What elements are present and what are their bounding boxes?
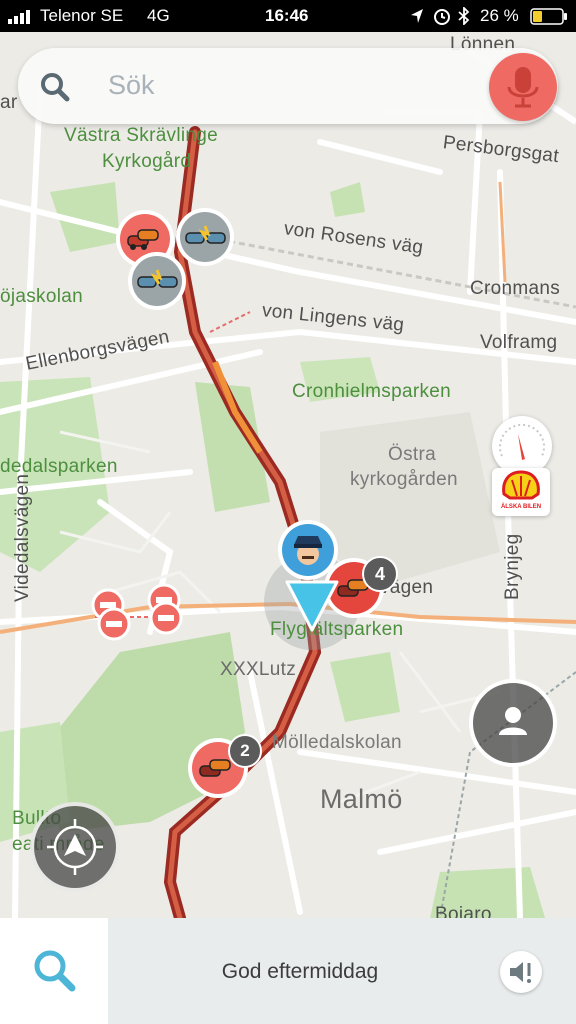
- accident-pin[interactable]: [126, 250, 188, 321]
- report-button[interactable]: [469, 679, 557, 767]
- street-label-videdalsvagen: Videdalsvägen: [12, 473, 33, 602]
- voice-search-button[interactable]: [489, 53, 557, 121]
- street-label-volframg: Volframg: [480, 332, 558, 353]
- network-type: 4G: [147, 6, 170, 25]
- jam-count-badge: 2: [228, 734, 262, 768]
- street-label-brynjeg: Brynjeg: [502, 533, 523, 600]
- sound-settings-button[interactable]: [500, 951, 542, 993]
- jam-count-badge: 4: [362, 556, 398, 592]
- microphone-icon: [507, 67, 539, 108]
- map-view[interactable]: Lönnen ar Västra Skrävlinge Kyrkogård Pe…: [0, 32, 576, 918]
- signal-strength-icon: [8, 10, 30, 24]
- place-label-bottom-partial: Bojaro: [435, 904, 492, 918]
- shell-logo-icon: [502, 470, 540, 500]
- navigation-arrow-icon: [285, 580, 339, 632]
- search-icon: [34, 950, 76, 992]
- recenter-button[interactable]: [30, 802, 120, 892]
- speedometer-icon: [499, 423, 545, 460]
- greeting-text: God eftermiddag: [221, 960, 379, 983]
- search-input[interactable]: Sök: [108, 70, 155, 101]
- search-tab-button[interactable]: [0, 918, 108, 1024]
- carrier-name: Telenor SE: [40, 6, 124, 25]
- place-label-molledalskolan: Mölledalskolan: [272, 732, 402, 753]
- place-label-vastra-skravlinge: Västra Skrävlinge: [64, 125, 219, 146]
- street-label-cronmans: Cronmans: [470, 278, 561, 299]
- person-icon: [499, 707, 527, 735]
- clock: 16:46: [265, 6, 309, 25]
- status-bar: Telenor SE 4G 16:46 26 %: [0, 0, 576, 32]
- place-label-kyrkogarden: kyrkogården: [350, 469, 458, 490]
- current-location-arrow: [283, 574, 341, 639]
- speaker-alert-icon: [510, 962, 531, 983]
- place-label-cronhielmsparken: Cronhielmsparken: [292, 381, 451, 402]
- road-closed-pin[interactable]: [148, 600, 184, 651]
- bluetooth-icon: [458, 7, 470, 25]
- place-label-ostra: Östra: [388, 444, 436, 465]
- speedometer-button[interactable]: [492, 416, 552, 476]
- alarm-clock-icon: [434, 9, 450, 25]
- battery-percent: 26 %: [480, 6, 519, 25]
- bottom-bar: God eftermiddag: [0, 918, 576, 1024]
- gas-station-pin[interactable]: ÄLSKA BILEN: [492, 468, 550, 516]
- battery-icon: [530, 8, 567, 25]
- search-bar[interactable]: Sök: [18, 48, 558, 124]
- compass-arrow-icon: [47, 819, 103, 875]
- gas-station-caption: ÄLSKA BILEN: [500, 504, 542, 510]
- location-arrow-icon: [411, 9, 423, 23]
- city-label-malmo: Malmö: [320, 784, 403, 814]
- street-label-left-edge: ar: [0, 92, 18, 113]
- search-icon: [41, 73, 70, 102]
- place-label-xxxlutz: XXXLutz: [220, 659, 297, 680]
- place-label-hojaskolan: öjaskolan: [0, 286, 83, 307]
- place-label-kyrkogard: Kyrkogård: [102, 151, 192, 172]
- road-closed-pin[interactable]: [96, 606, 132, 657]
